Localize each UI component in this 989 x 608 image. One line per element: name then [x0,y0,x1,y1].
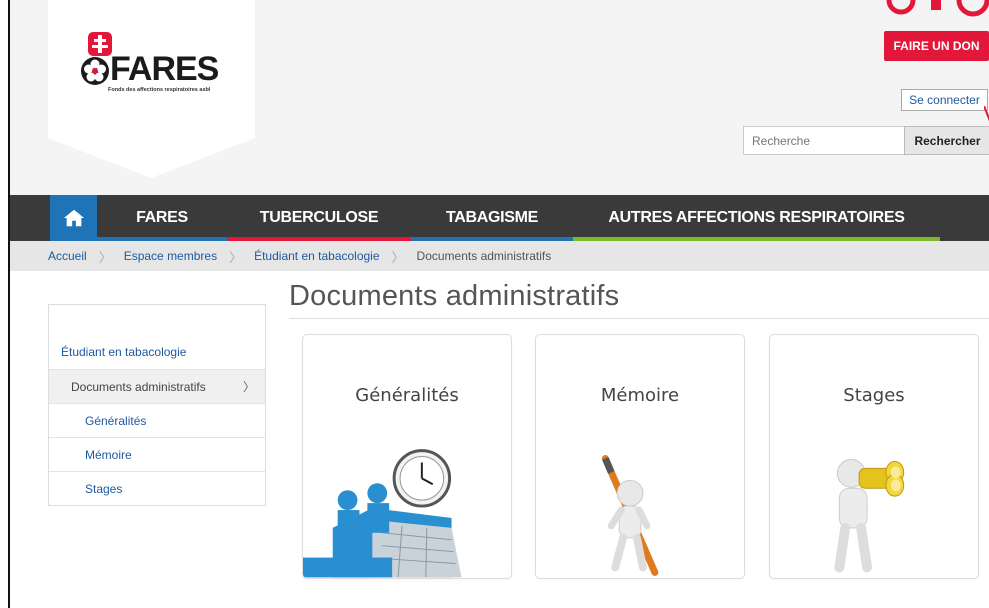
nav-item-tabagisme[interactable]: TABAGISME [411,195,573,241]
breadcrumb: Accueil 〉 Espace membres 〉 Étudiant en t… [10,241,989,271]
card-stages[interactable]: Stages [769,334,979,579]
site-header: FARES Fonds des affections respiratoires… [10,0,989,195]
card-memoire[interactable]: Mémoire [535,334,745,579]
search-input[interactable] [743,126,905,155]
sidebar-item-label: Documents administratifs [71,379,206,394]
sidebar-item-label: Généralités [85,413,147,428]
sidebar-item-label: Stages [85,482,123,496]
title-divider [289,318,989,319]
meeting-clock-illustration [303,449,462,578]
page-frame: FARES Fonds des affections respiratoires… [8,0,989,608]
card-title: Stages [843,385,905,406]
breadcrumb-home[interactable]: Accueil [48,249,87,263]
home-icon [63,209,84,227]
donate-button[interactable]: FAIRE UN DON [884,31,989,61]
sidebar-item-memoire[interactable]: Mémoire [49,438,265,472]
sidebar-item-label: Étudiant en tabacologie [61,345,187,359]
search-button[interactable]: Rechercher [904,126,989,155]
breadcrumb-etudiant[interactable]: Étudiant en tabacologie [254,249,379,263]
sidebar-item-label: Mémoire [85,447,132,462]
card-title: Mémoire [600,385,680,406]
nav-item-tuberculose[interactable]: TUBERCULOSE [227,195,411,241]
nav-item-fares[interactable]: FARES [97,195,227,241]
nav-item-label: TABAGISME [445,209,539,226]
page-title: Documents administratifs [289,280,620,312]
breadcrumb-espace-membres[interactable]: Espace membres [124,249,217,263]
main-nav: FARES TUBERCULOSE TABAGISME AUTRES AFFEC… [10,195,989,241]
breadcrumb-separator: 〉 [391,249,405,265]
card-title: Généralités [355,385,459,406]
nav-item-label: TUBERCULOSE [259,209,379,226]
top-decoration [886,0,989,17]
sidebar-menu: Étudiant en tabacologie Documents admini… [48,304,266,506]
breadcrumb-separator: 〉 [229,249,243,265]
sidebar-item-stages[interactable]: Stages [49,472,265,506]
nav-item-label: AUTRES AFFECTIONS RESPIRATOIRES [608,209,905,226]
person-with-binoculars-illustration [834,459,905,573]
pointer-mark [984,106,989,122]
card-generalites[interactable]: Généralités [302,334,512,579]
nav-home-button[interactable] [50,195,97,241]
login-button[interactable]: Se connecter [901,89,988,111]
sidebar-item-documents[interactable]: Documents administratifs 〉 [49,370,265,404]
sidebar-item-etudiant[interactable]: Étudiant en tabacologie [49,335,265,370]
breadcrumb-separator: 〉 [98,249,112,265]
breadcrumb-current: Documents administratifs [416,249,552,263]
sidebar-item-generalites[interactable]: Généralités [49,404,265,438]
flower-icon [81,57,109,85]
logo-text[interactable]: FARES [110,50,219,89]
logo-subtitle: Fonds des affections respiratoires asbl [108,87,211,93]
nav-item-label: FARES [136,209,188,226]
nav-item-autres-affections[interactable]: AUTRES AFFECTIONS RESPIRATOIRES [573,195,940,241]
lorraine-cross-icon [88,32,112,56]
person-with-pen-illustration [601,455,659,576]
chevron-right-icon: 〉 [242,380,255,394]
